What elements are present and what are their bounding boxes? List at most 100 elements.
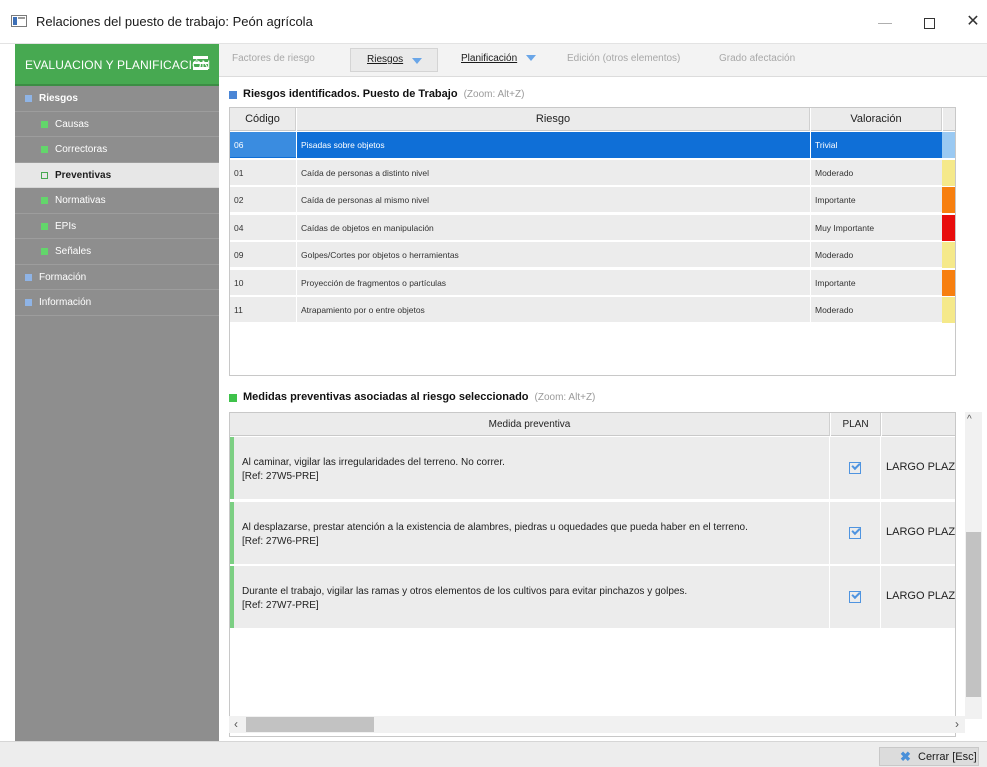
cell-codigo: 04 bbox=[230, 214, 296, 241]
valoracion-color-swatch bbox=[942, 297, 955, 323]
scrollbar-thumb[interactable] bbox=[966, 532, 981, 697]
col-header-riesgo[interactable]: Riesgo bbox=[297, 108, 810, 131]
cell-valoracion: Importante bbox=[811, 187, 942, 213]
hamburger-menu-icon[interactable] bbox=[193, 56, 208, 70]
measures-section-title: Medidas preventivas asociadas al riesgo … bbox=[243, 391, 529, 403]
plan-checkbox[interactable] bbox=[849, 526, 861, 539]
table-row[interactable]: 02 Caída de personas al mismo nivel Import… bbox=[230, 187, 955, 214]
scroll-right-icon[interactable]: › bbox=[955, 717, 959, 731]
sidebar-item-label: Correctoras bbox=[55, 144, 108, 155]
bullet-square-icon bbox=[25, 95, 32, 102]
scroll-left-icon[interactable]: ‹ bbox=[234, 717, 238, 731]
maximize-button[interactable] bbox=[914, 10, 944, 34]
toolbar-riesgos-dropdown[interactable]: Riesgos bbox=[350, 48, 438, 72]
sidebar-item-label: Señales bbox=[55, 246, 92, 257]
measures-vertical-scrollbar[interactable]: ^ bbox=[965, 412, 982, 719]
sidebar-item-preventivas[interactable]: Preventivas bbox=[15, 162, 219, 188]
table-row[interactable]: 04 Caídas de objetos en manipulación Muy I… bbox=[230, 214, 955, 242]
cerrar-button-label: Cerrar [Esc] bbox=[918, 751, 977, 763]
sidebar-item-normativas[interactable]: Normativas bbox=[15, 188, 219, 214]
toolbar-factores-riesgo[interactable]: Factores de riesgo bbox=[232, 53, 315, 64]
table-row[interactable]: 09 Golpes/Cortes por objetos o herramient… bbox=[230, 242, 955, 269]
minimize-button[interactable]: — bbox=[870, 10, 900, 34]
plan-checkbox[interactable] bbox=[849, 462, 861, 474]
risks-section-title: Riesgos identificados. Puesto de Trabajo bbox=[243, 88, 458, 100]
bullet-square-icon bbox=[41, 248, 48, 255]
toolbar-grado-afectacion[interactable]: Grado afectación bbox=[719, 53, 795, 64]
col-header-color bbox=[943, 108, 955, 131]
close-window-button[interactable]: ✕ bbox=[958, 10, 987, 34]
window-title: Relaciones del puesto de trabajo: Peón a… bbox=[36, 14, 313, 29]
table-row[interactable]: 06 Pisadas sobre objetos Trivial bbox=[230, 132, 955, 159]
toolbar: Factores de riesgo Riesgos Planificación… bbox=[219, 44, 987, 77]
plan-checkbox[interactable] bbox=[849, 591, 861, 603]
bullet-square-icon bbox=[25, 273, 32, 281]
cell-medida: Durante el trabajo, vigilar las ramas y … bbox=[230, 566, 829, 628]
toolbar-planificacion-dropdown[interactable]: Planificación bbox=[461, 53, 537, 64]
col-header-codigo[interactable]: Código bbox=[230, 108, 296, 131]
medida-ref: [Ref: 27W5-PRE] bbox=[242, 471, 319, 482]
cerrar-button[interactable]: ✖ Cerrar [Esc] bbox=[879, 747, 979, 766]
toolbar-edicion[interactable]: Edición (otros elementos) bbox=[567, 53, 680, 64]
scroll-up-icon[interactable]: ^ bbox=[967, 414, 972, 425]
sidebar-item-señales[interactable]: Señales bbox=[15, 239, 219, 265]
sidebar-item-label: Causas bbox=[55, 118, 89, 130]
maximize-icon bbox=[923, 17, 935, 29]
medida-text: Al caminar, vigilar las irregularidades … bbox=[242, 457, 505, 468]
cell-valoracion: Moderado bbox=[811, 297, 942, 323]
table-row[interactable]: Durante el trabajo, vigilar las ramas y … bbox=[230, 566, 955, 629]
app-window-icon bbox=[11, 15, 27, 27]
cell-medida: Al caminar, vigilar las irregularidades … bbox=[230, 437, 829, 499]
cell-codigo: 10 bbox=[230, 269, 296, 296]
medida-text: Durante el trabajo, vigilar las ramas y … bbox=[242, 586, 688, 597]
sidebar-item-riesgos[interactable]: Riesgos bbox=[15, 86, 219, 112]
cell-plan bbox=[830, 566, 880, 628]
bullet-square-icon bbox=[41, 222, 48, 230]
cell-plazo: LARGO PLAZO bbox=[881, 501, 956, 564]
valoracion-color-swatch bbox=[942, 132, 955, 158]
toolbar-riesgos-label: Riesgos bbox=[367, 54, 404, 65]
col-header-plazo[interactable]: F bbox=[882, 413, 955, 436]
sidebar-header-title: EVALUACION Y PLANIFICACIÓN bbox=[25, 58, 211, 72]
cell-valoracion: Muy Importante bbox=[811, 214, 942, 241]
table-row[interactable]: Al desplazarse, prestar atención a la ex… bbox=[230, 501, 956, 565]
valoracion-color-swatch bbox=[942, 159, 955, 186]
cell-plazo: LARGO PLAZO bbox=[881, 437, 955, 499]
medida-ref: [Ref: 27W6-PRE] bbox=[242, 535, 319, 547]
cell-codigo: 02 bbox=[230, 187, 296, 213]
table-row[interactable]: Al caminar, vigilar las irregularidades … bbox=[230, 437, 955, 500]
bullet-square-icon bbox=[41, 146, 48, 153]
section-square-icon bbox=[229, 394, 237, 402]
valoracion-color-swatch bbox=[942, 242, 955, 268]
col-header-valoracion[interactable]: Valoración bbox=[811, 108, 942, 131]
sidebar-item-causas[interactable]: Causas bbox=[15, 112, 219, 137]
sidebar-item-información[interactable]: Información bbox=[15, 290, 219, 316]
cell-valoracion: Moderado bbox=[811, 242, 942, 268]
measures-horizontal-scrollbar[interactable]: ‹ › bbox=[229, 716, 965, 733]
table-row[interactable]: 01 Caída de personas a distinto nivel Mode… bbox=[230, 159, 955, 187]
risks-table: Código Riesgo Valoración 06 Pisadas sobre… bbox=[229, 107, 956, 376]
sidebar-item-label: Información bbox=[39, 297, 92, 308]
sidebar-item-epis[interactable]: EPIs bbox=[15, 214, 219, 239]
cell-valoracion: Moderado bbox=[811, 159, 942, 186]
plazo-value: LARGO PLAZO bbox=[886, 525, 956, 538]
cell-codigo: 09 bbox=[230, 242, 296, 268]
scrollbar-thumb[interactable] bbox=[246, 717, 374, 732]
sidebar-nav: Riesgos Causas Correctoras Preventivas Norma… bbox=[15, 86, 219, 316]
sidebar-item-correctoras[interactable]: Correctoras bbox=[15, 137, 219, 163]
sidebar-item-formación[interactable]: Formación bbox=[15, 265, 219, 290]
cell-valoracion: Trivial bbox=[811, 132, 942, 158]
table-row[interactable]: 11 Atrapamiento por o entre objetos Modera… bbox=[230, 297, 955, 324]
cell-codigo: 01 bbox=[230, 159, 296, 186]
cell-riesgo: Golpes/Cortes por objetos o herramientas bbox=[297, 242, 810, 268]
col-header-plan[interactable]: PLAN bbox=[831, 413, 881, 436]
cell-plazo: LARGO PLAZO bbox=[881, 566, 955, 628]
cell-codigo: 06 bbox=[230, 132, 296, 158]
cell-riesgo: Atrapamiento por o entre objetos bbox=[297, 297, 810, 323]
cell-plan bbox=[830, 501, 880, 564]
cell-valoracion: Importante bbox=[811, 269, 942, 296]
close-icon: ✖ bbox=[900, 749, 911, 764]
col-header-medida[interactable]: Medida preventiva bbox=[230, 413, 830, 436]
valoracion-color-swatch bbox=[942, 214, 955, 241]
table-row[interactable]: 10 Proyección de fragmentos o partículas I… bbox=[230, 269, 955, 297]
